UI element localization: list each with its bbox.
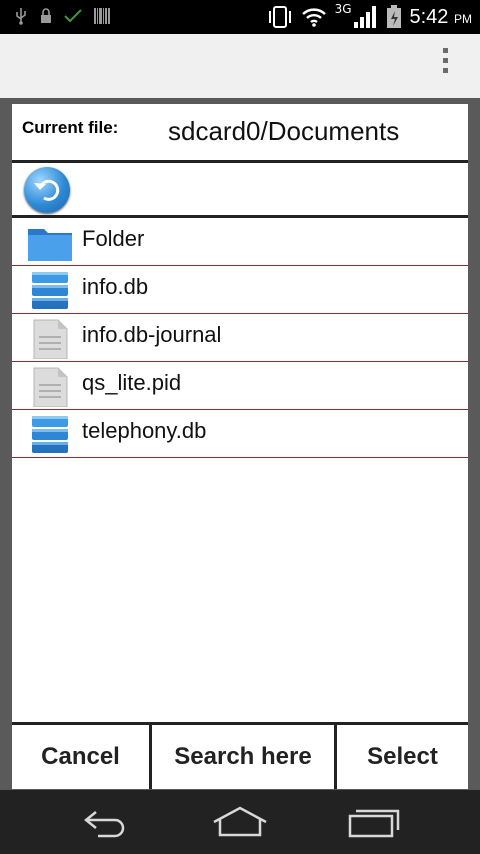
list-item[interactable]: info.db xyxy=(12,266,468,314)
folder-icon xyxy=(28,229,72,261)
signal-icon xyxy=(353,6,376,28)
item-name: qs_lite.pid xyxy=(82,370,182,395)
usb-icon xyxy=(16,8,26,25)
list-item[interactable]: qs_lite.pid xyxy=(12,362,468,410)
recent-apps-icon[interactable] xyxy=(344,804,404,840)
database-icon xyxy=(32,416,68,453)
list-item[interactable]: Folder xyxy=(12,218,468,266)
current-file-label: Current file: xyxy=(22,118,119,137)
wifi-icon xyxy=(301,8,326,27)
current-file-row: Current file: sdcard0/Documents xyxy=(12,104,468,163)
lock-icon xyxy=(41,8,51,23)
vibrate-icon xyxy=(268,6,291,28)
navigate-up-button[interactable] xyxy=(24,167,70,213)
status-bar: 3G 5:42 PM xyxy=(0,0,480,34)
undo-arrow-icon xyxy=(34,179,60,201)
navigation-bar xyxy=(0,790,480,854)
battery-icon xyxy=(386,5,401,28)
database-icon xyxy=(32,272,68,309)
back-icon[interactable] xyxy=(76,804,136,840)
action-bar xyxy=(0,34,480,99)
file-list: Folder info.db info.db-journal qs_lite.p… xyxy=(12,218,468,458)
dialog-button-bar: Cancel Search here Select xyxy=(12,722,468,789)
item-name: Folder xyxy=(82,226,145,251)
item-name: info.db xyxy=(82,274,149,299)
search-here-button[interactable]: Search here xyxy=(152,725,337,789)
current-path: sdcard0/Documents xyxy=(168,116,400,146)
item-name: telephony.db xyxy=(82,418,207,443)
check-icon xyxy=(64,9,82,23)
item-name: info.db-journal xyxy=(82,322,222,347)
file-chooser-dialog: Current file: sdcard0/Documents Folder i… xyxy=(12,104,468,789)
clock: 5:42 PM xyxy=(409,5,473,28)
file-icon xyxy=(33,319,68,359)
list-item[interactable]: telephony.db xyxy=(12,410,468,458)
overflow-menu-icon[interactable] xyxy=(440,48,450,84)
navigate-up-row xyxy=(12,163,468,218)
barcode-icon xyxy=(94,8,110,24)
network-type: 3G xyxy=(334,2,352,16)
file-icon xyxy=(33,367,68,407)
select-button[interactable]: Select xyxy=(337,725,468,789)
cancel-button[interactable]: Cancel xyxy=(12,725,152,789)
list-item[interactable]: info.db-journal xyxy=(12,314,468,362)
home-icon[interactable] xyxy=(210,804,270,840)
